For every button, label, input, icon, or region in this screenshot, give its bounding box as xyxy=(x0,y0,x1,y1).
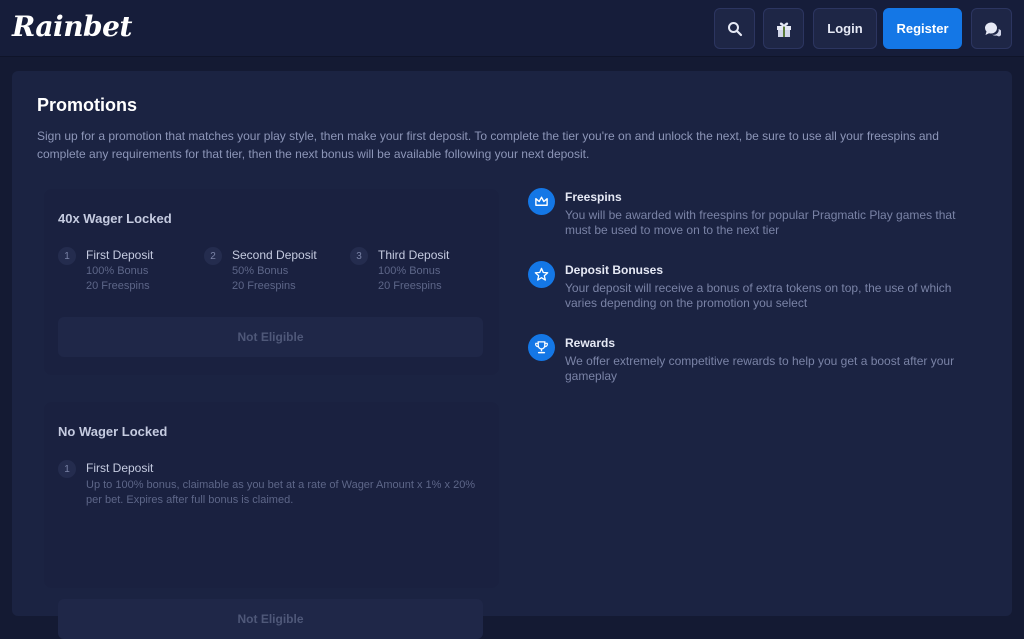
tier-number: 3 xyxy=(350,247,368,265)
tier-name: First Deposit xyxy=(86,461,154,475)
tier-name: Third Deposit xyxy=(378,248,450,262)
tier-number: 1 xyxy=(58,247,76,265)
gift-icon xyxy=(776,22,791,37)
rewards-gift-button[interactable] xyxy=(763,8,804,49)
crown-icon xyxy=(528,188,555,215)
tier-bonus: 50% Bonus xyxy=(232,265,289,277)
chat-button[interactable] xyxy=(971,8,1012,49)
not-eligible-button[interactable]: Not Eligible xyxy=(58,317,483,357)
promo-card-title: 40x Wager Locked xyxy=(58,211,172,226)
feature-description: Your deposit will receive a bonus of ext… xyxy=(565,281,952,310)
tier-number: 2 xyxy=(204,247,222,265)
feature-title: Deposit Bonuses xyxy=(565,263,664,277)
feature-title: Freespins xyxy=(565,190,622,204)
tier-freespins: 20 Freespins xyxy=(232,280,296,292)
page-title: Promotions xyxy=(37,95,138,115)
page-description: Sign up for a promotion that matches you… xyxy=(37,129,939,161)
feature-description: We offer extremely competitive rewards t… xyxy=(565,354,955,383)
chat-icon xyxy=(984,22,1001,36)
tier-description: Up to 100% bonus, claimable as you bet a… xyxy=(86,479,476,506)
promo-card-no-wager[interactable]: No Wager Locked 1 First Deposit Up to 10… xyxy=(44,402,499,639)
register-button[interactable]: Register xyxy=(883,8,962,49)
feature-description: You will be awarded with freespins for p… xyxy=(565,208,956,237)
promo-card-40x-wager[interactable]: 40x Wager Locked 1 First Deposit 100% Bo… xyxy=(44,189,499,375)
trophy-icon xyxy=(528,334,555,361)
not-eligible-button[interactable]: Not Eligible xyxy=(58,599,483,639)
feature-title: Rewards xyxy=(565,336,616,350)
promo-card-title: No Wager Locked xyxy=(58,424,168,439)
top-navigation-bar: Rainbet Login Register xyxy=(0,0,1024,57)
tier-number: 1 xyxy=(58,460,76,478)
tier-name: First Deposit xyxy=(86,248,154,262)
rainbet-logo[interactable]: Rainbet xyxy=(12,10,132,43)
login-button[interactable]: Login xyxy=(813,8,877,49)
tier-bonus: 100% Bonus xyxy=(378,265,441,277)
star-icon xyxy=(528,261,555,288)
promotions-panel: Promotions Sign up for a promotion that … xyxy=(12,71,1012,639)
tier-freespins: 20 Freespins xyxy=(86,280,150,292)
search-button[interactable] xyxy=(714,8,755,49)
search-icon xyxy=(727,21,742,36)
tier-name: Second Deposit xyxy=(232,248,317,262)
tier-bonus: 100% Bonus xyxy=(86,265,149,277)
tier-freespins: 20 Freespins xyxy=(378,280,442,292)
